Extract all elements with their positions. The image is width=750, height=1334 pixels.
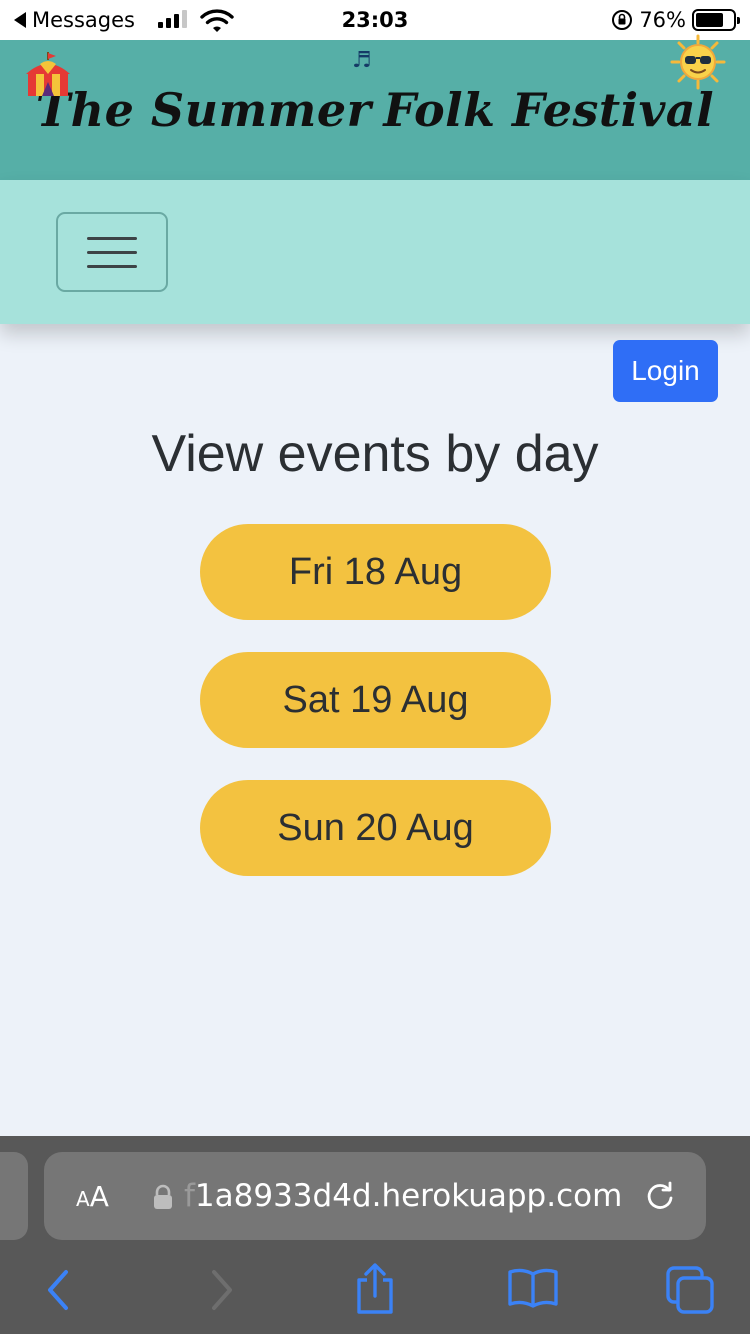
lock-icon <box>154 1184 172 1209</box>
battery-icon <box>692 9 740 31</box>
day-button-sun[interactable]: Sun 20 Aug <box>200 780 551 876</box>
music-note-icon: ♬ <box>352 48 372 73</box>
hamburger-line <box>87 264 137 268</box>
site-title-part2: Folk Festival <box>383 83 715 137</box>
back-icon[interactable] <box>42 1266 76 1314</box>
day-button-sat[interactable]: Sat 19 Aug <box>200 652 551 748</box>
navbar <box>0 180 750 324</box>
url-text[interactable]: f1a8933d4d.herokuapp.com <box>184 1178 622 1214</box>
section-title: View events by day <box>151 425 599 483</box>
bookmarks-icon[interactable] <box>506 1266 560 1310</box>
reader-options-button[interactable]: AA <box>76 1180 109 1213</box>
status-bar: Messages 23:03 76% <box>0 0 750 40</box>
day-button-fri[interactable]: Fri 18 Aug <box>200 524 551 620</box>
status-right: 76% <box>611 8 740 32</box>
site-title[interactable]: The Summer Folk Festival <box>36 83 714 137</box>
address-bar[interactable]: AA f1a8933d4d.herokuapp.com <box>44 1152 706 1240</box>
site-header: The Summer Folk Festival <box>0 40 750 180</box>
orientation-lock-icon <box>612 10 633 30</box>
forward-icon[interactable] <box>204 1266 238 1314</box>
reload-icon[interactable] <box>642 1178 678 1214</box>
tabs-icon[interactable] <box>664 1264 716 1316</box>
login-button[interactable]: Login <box>613 340 718 402</box>
browser-bottom-bar: AA f1a8933d4d.herokuapp.com <box>0 1136 750 1334</box>
previous-tab-edge[interactable] <box>0 1152 28 1240</box>
battery-fill <box>696 13 724 27</box>
hamburger-menu-button[interactable] <box>56 212 168 292</box>
sun-sunglasses-icon <box>670 34 726 90</box>
hamburger-line <box>87 236 137 240</box>
circus-tent-icon <box>26 52 70 96</box>
site-title-part1: The Summer <box>35 83 372 137</box>
hamburger-line <box>87 250 137 254</box>
battery-percent: 76% <box>639 8 686 32</box>
share-icon[interactable] <box>353 1260 397 1316</box>
